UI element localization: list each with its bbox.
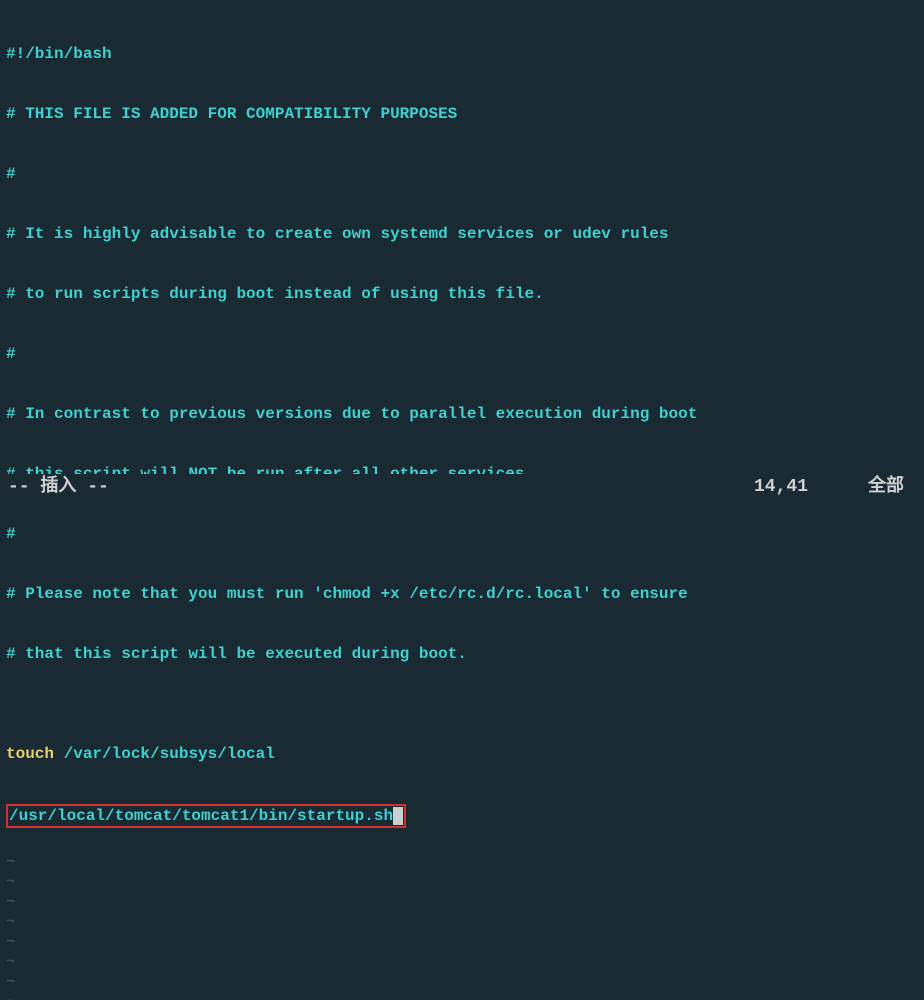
tilde-line: ~	[6, 972, 924, 992]
scroll-percentage: 全部	[868, 477, 904, 497]
tilde-line: ~	[6, 872, 924, 892]
startup-path: /usr/local/tomcat/tomcat1/bin/startup.sh	[9, 807, 393, 825]
code-line: #	[6, 164, 918, 184]
code-line: #	[6, 524, 918, 544]
tilde-line: ~	[6, 932, 924, 952]
vim-status-bar: -- 插入 -- 14,41 全部	[0, 474, 924, 500]
code-line: # that this script will be executed duri…	[6, 644, 918, 664]
empty-lines-region: ~ ~ ~ ~ ~ ~ ~ ~	[0, 852, 924, 1000]
highlighted-line: /usr/local/tomcat/tomcat1/bin/startup.sh	[6, 804, 918, 828]
cursor-position: 14,41	[754, 477, 808, 497]
touch-path: /var/lock/subsys/local	[54, 745, 275, 763]
editor-viewport[interactable]: #!/bin/bash # THIS FILE IS ADDED FOR COM…	[0, 0, 924, 852]
tilde-line: ~	[6, 992, 924, 1000]
code-line: # to run scripts during boot instead of …	[6, 284, 918, 304]
vim-mode-indicator: -- 插入 --	[8, 477, 109, 497]
red-highlight-box: /usr/local/tomcat/tomcat1/bin/startup.sh	[6, 804, 406, 828]
touch-line: touch /var/lock/subsys/local	[6, 744, 918, 764]
tilde-line: ~	[6, 912, 924, 932]
cursor-block	[393, 807, 403, 825]
code-line: # It is highly advisable to create own s…	[6, 224, 918, 244]
code-line: # Please note that you must run 'chmod +…	[6, 584, 918, 604]
code-line: #!/bin/bash	[6, 44, 918, 64]
touch-keyword: touch	[6, 745, 54, 763]
code-line: # THIS FILE IS ADDED FOR COMPATIBILITY P…	[6, 104, 918, 124]
tilde-line: ~	[6, 952, 924, 972]
tilde-line: ~	[6, 892, 924, 912]
code-line: #	[6, 344, 918, 364]
tilde-line: ~	[6, 852, 924, 872]
code-line: # In contrast to previous versions due t…	[6, 404, 918, 424]
